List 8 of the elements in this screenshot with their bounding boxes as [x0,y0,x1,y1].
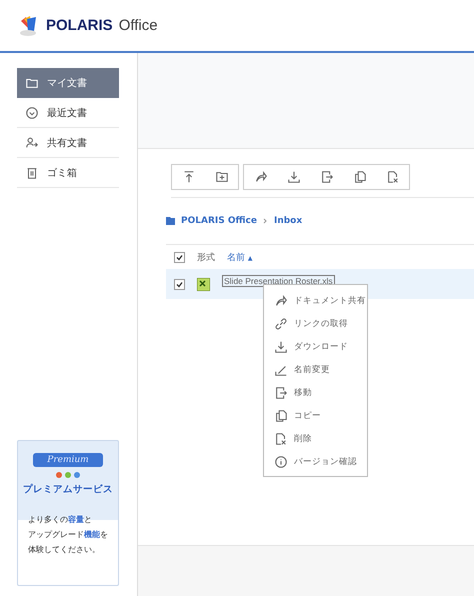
promo-text: より多くの容量と [28,514,93,526]
promo-text: アップグレード機能を [28,529,108,541]
logo-product: Office [118,17,158,34]
logo-brand: POLARIS [46,17,113,34]
promo-title: プレミアムサービス [23,483,113,496]
promo-text: 体験してください。 [28,544,101,556]
premium-ribbon: Premium [33,453,103,467]
column-header: 形式 [197,252,215,264]
